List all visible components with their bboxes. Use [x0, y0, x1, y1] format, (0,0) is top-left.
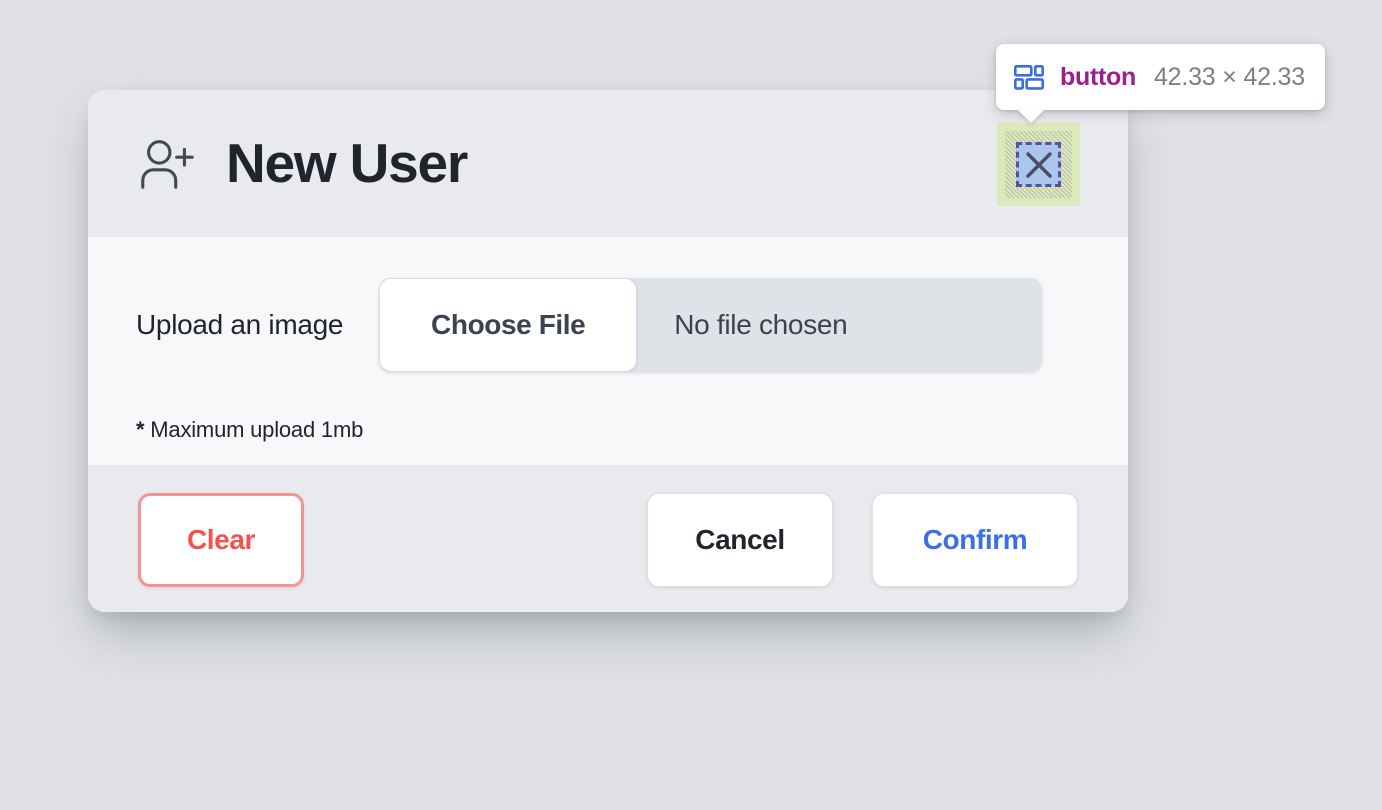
upload-hint: * Maximum upload 1mb [136, 417, 1080, 443]
modal-header: New User [88, 90, 1128, 237]
close-button-slot [1042, 143, 1084, 185]
upload-image-label: Upload an image [136, 309, 344, 340]
clear-button[interactable]: Clear [138, 492, 304, 587]
tooltip-tail [1017, 109, 1045, 123]
inspector-tooltip: button 42.33 × 42.33 [996, 44, 1325, 123]
footer-right-group: Cancel Confirm [647, 492, 1078, 587]
new-user-modal: New User Upload an image Choose File No … [88, 90, 1128, 612]
page-title: New User [226, 132, 468, 194]
cancel-button[interactable]: Cancel [647, 492, 833, 587]
inspector-dimensions: 42.33 × 42.33 [1153, 62, 1305, 91]
layout-grid-icon [1013, 64, 1044, 90]
upload-row: Upload an image Choose File No file chos… [136, 278, 1080, 372]
inspector-tag-name: button [1060, 62, 1136, 91]
modal-footer: Clear Cancel Confirm [88, 465, 1128, 612]
file-name-display: No file chosen [674, 309, 848, 340]
upload-hint-text: Maximum upload 1mb [144, 417, 364, 442]
modal-body: Upload an image Choose File No file chos… [88, 237, 1128, 465]
choose-file-button[interactable]: Choose File [379, 278, 638, 372]
user-plus-icon [136, 133, 198, 195]
close-button[interactable] [1042, 143, 1084, 185]
file-input[interactable]: Choose File No file chosen [379, 278, 1043, 372]
confirm-button[interactable]: Confirm [872, 492, 1078, 587]
